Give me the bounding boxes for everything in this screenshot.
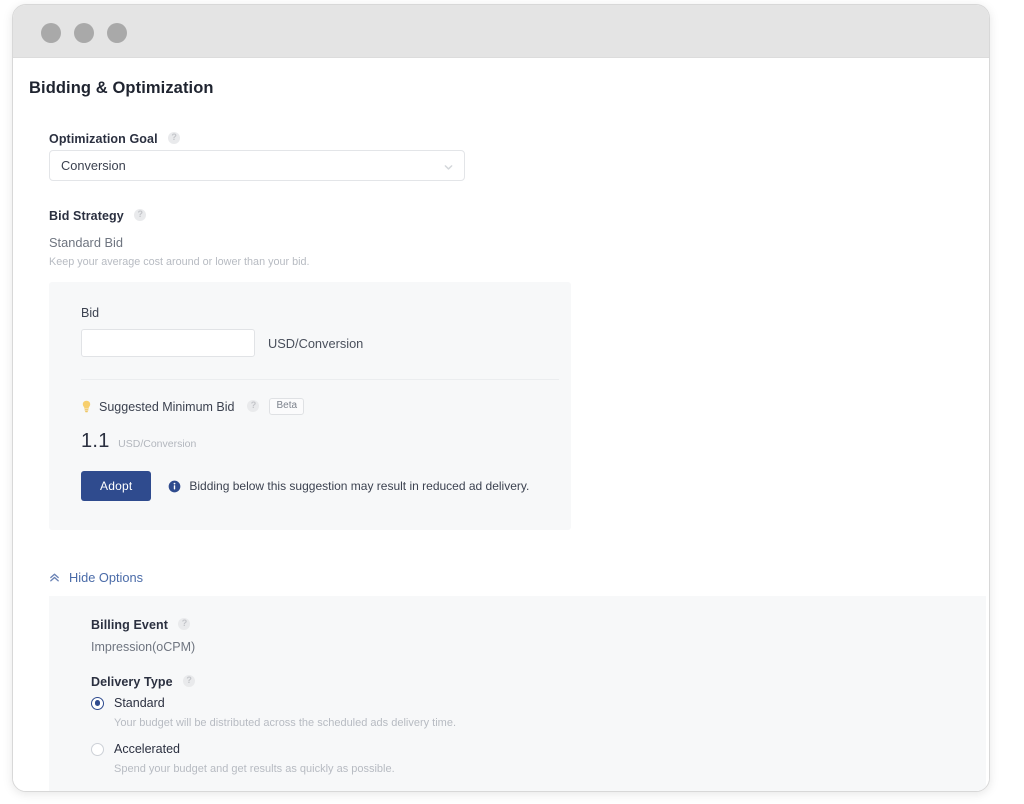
bid-strategy-label: Bid Strategy [49, 208, 124, 223]
bid-card: Bid USD/Conversion Suggested Minimum Bid… [49, 282, 571, 530]
maximize-window-dot[interactable] [107, 23, 127, 43]
billing-event-value: Impression(oCPM) [91, 640, 196, 654]
suggested-bid-value-row: 1.1 USD/Conversion [81, 430, 196, 453]
optimization-goal-select[interactable]: Conversion [49, 150, 465, 181]
suggested-bid-unit: USD/Conversion [118, 438, 197, 450]
lightbulb-icon [82, 400, 91, 413]
adopt-note: Bidding below this suggestion may result… [189, 479, 530, 493]
help-circle-icon[interactable] [247, 399, 260, 412]
info-circle-icon [169, 480, 181, 492]
traffic-light-dots [41, 23, 127, 43]
suggested-minimum-bid-row: Suggested Minimum Bid Beta [81, 398, 305, 415]
radio-accelerated-label: Accelerated [114, 742, 181, 756]
card-divider [81, 379, 559, 380]
delivery-type-option-accelerated[interactable]: Accelerated [91, 742, 180, 756]
page-viewport: Bidding & Optimization Optimization Goal… [13, 58, 989, 791]
billing-event-label: Billing Event [91, 617, 169, 632]
bid-strategy-name: Standard Bid [49, 235, 123, 250]
bid-strategy-label-group: Bid Strategy [49, 207, 147, 225]
chevron-down-icon [444, 165, 453, 170]
minimize-window-dot[interactable] [74, 23, 94, 43]
options-panel: Billing Event Impression(oCPM) Delivery … [49, 596, 986, 791]
optimization-goal-value: Conversion [61, 158, 126, 173]
hide-options-label: Hide Options [69, 570, 143, 585]
adopt-button[interactable]: Adopt [81, 471, 152, 501]
radio-standard-description: Your budget will be distributed across t… [114, 717, 457, 729]
delivery-type-label-group: Delivery Type [91, 673, 196, 691]
radio-standard-label: Standard [114, 696, 165, 710]
bid-field-label: Bid [81, 306, 100, 320]
help-circle-icon[interactable] [134, 208, 147, 221]
help-circle-icon[interactable] [178, 617, 191, 630]
double-chevron-up-icon [50, 573, 59, 582]
delivery-type-label: Delivery Type [91, 674, 173, 689]
suggested-minimum-bid-label: Suggested Minimum Bid [99, 399, 235, 414]
bid-input[interactable] [81, 329, 255, 357]
bid-strategy-description: Keep your average cost around or lower t… [49, 256, 310, 268]
adopt-row: Adopt Bidding below this suggestion may … [81, 471, 529, 501]
suggested-bid-value: 1.1 [81, 430, 110, 452]
optimization-goal-label: Optimization Goal [49, 131, 158, 146]
optimization-goal-label-group: Optimization Goal [49, 130, 181, 148]
window-titlebar [13, 5, 989, 58]
hide-options-toggle[interactable]: Hide Options [49, 570, 143, 585]
help-circle-icon[interactable] [168, 131, 181, 144]
billing-event-label-group: Billing Event [91, 616, 191, 634]
radio-accelerated-description: Spend your budget and get results as qui… [114, 763, 395, 775]
help-circle-icon[interactable] [183, 674, 196, 687]
browser-window: Bidding & Optimization Optimization Goal… [12, 4, 990, 792]
delivery-type-option-standard[interactable]: Standard [91, 696, 165, 710]
close-window-dot[interactable] [41, 23, 61, 43]
radio-accelerated[interactable] [91, 742, 104, 756]
radio-standard[interactable] [91, 696, 104, 710]
beta-badge: Beta [269, 398, 305, 415]
page-title: Bidding & Optimization [29, 79, 214, 97]
bid-unit-label: USD/Conversion [268, 336, 364, 351]
